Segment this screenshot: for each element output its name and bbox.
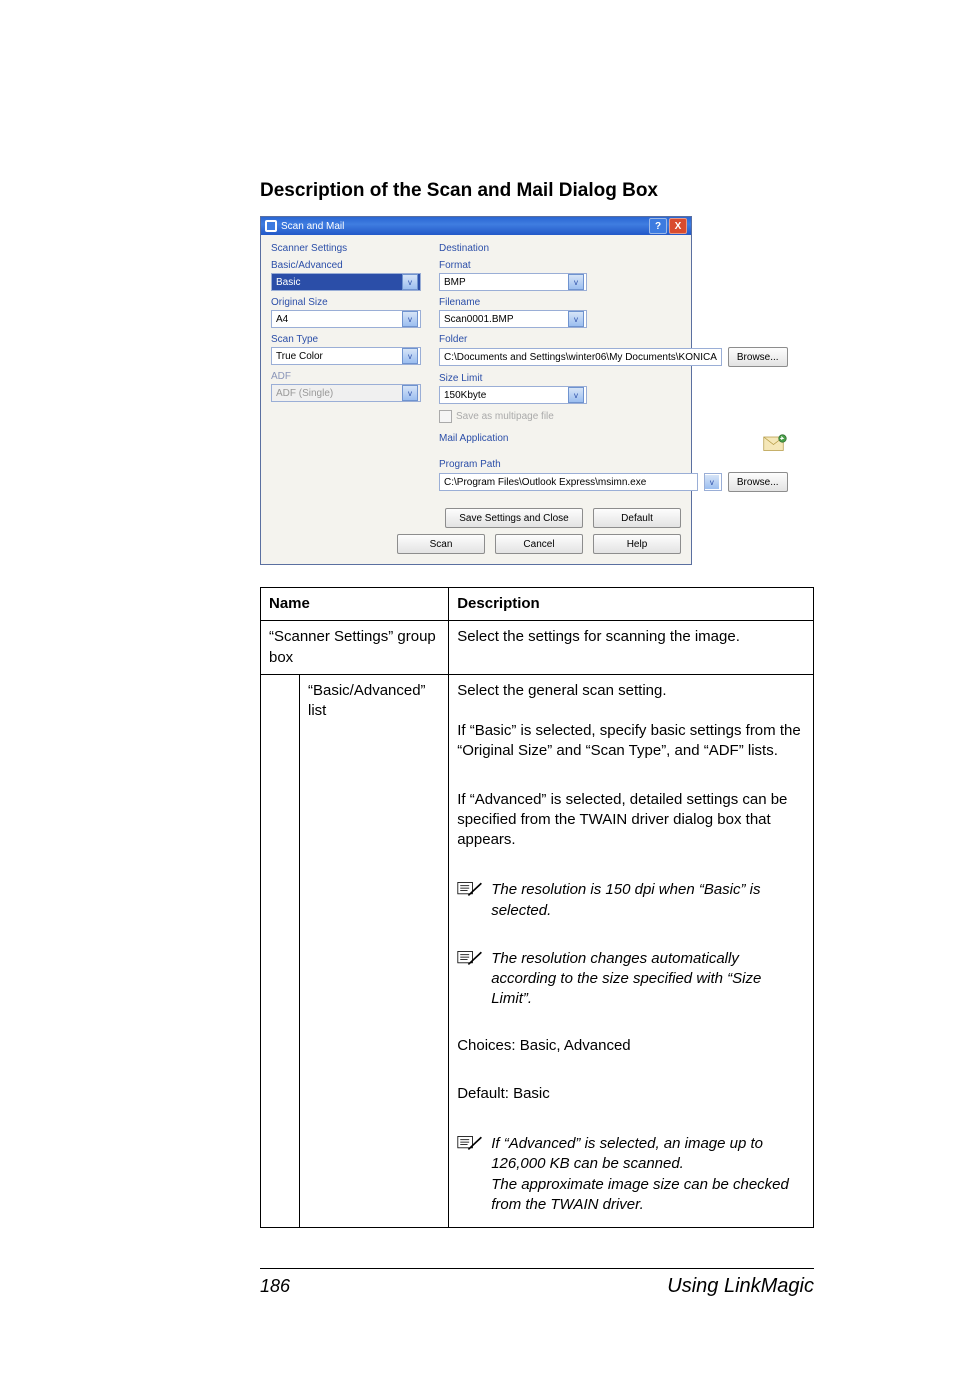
note: If “Advanced” is selected, an image up t… — [457, 1134, 805, 1215]
size-limit-select[interactable]: 150Kbyte v — [439, 386, 587, 404]
destination-group-title: Destination — [439, 243, 788, 254]
original-size-select[interactable]: A4 v — [271, 310, 421, 328]
format-value: BMP — [444, 277, 466, 288]
save-settings-close-button[interactable]: Save Settings and Close — [445, 508, 583, 528]
row-desc: The resolution changes automatically acc… — [449, 933, 814, 1022]
table-header-name: Name — [261, 588, 449, 621]
adf-label: ADF — [271, 371, 421, 382]
scan-type-value: True Color — [276, 351, 323, 362]
note-icon — [457, 1134, 483, 1152]
size-limit-value: 150Kbyte — [444, 390, 486, 401]
page-footer: 186 Using LinkMagic — [260, 1268, 814, 1298]
note-text: The resolution changes automatically acc… — [491, 949, 805, 1010]
chevron-down-icon: v — [568, 311, 584, 327]
scan-button[interactable]: Scan — [397, 534, 485, 554]
paragraph: If “Advanced” is selected, detailed sett… — [457, 790, 805, 851]
folder-label: Folder — [439, 334, 788, 345]
format-label: Format — [439, 260, 788, 271]
paragraph: If “Basic” is selected, specify basic se… — [457, 721, 805, 762]
row-desc: If “Basic” is selected, specify basic se… — [449, 707, 814, 776]
chevron-down-icon: v — [705, 475, 719, 489]
adf-value: ADF (Single) — [276, 388, 333, 399]
note-icon — [457, 949, 483, 967]
dialog-titlebar: Scan and Mail ? X — [261, 217, 691, 235]
browse-folder-button[interactable]: Browse... — [728, 347, 788, 367]
scanner-settings-group-title: Scanner Settings — [271, 243, 421, 254]
row-desc: If “Advanced” is selected, an image up t… — [449, 1118, 814, 1228]
note: The resolution changes automatically acc… — [457, 949, 805, 1010]
help-button[interactable]: Help — [593, 534, 681, 554]
mail-application-group-title: Mail Application — [439, 433, 756, 444]
page-number: 186 — [260, 1276, 290, 1297]
paragraph: Default: Basic — [457, 1084, 805, 1104]
program-path-dropdown[interactable]: v — [704, 473, 722, 491]
format-select[interactable]: BMP v — [439, 273, 587, 291]
default-button[interactable]: Default — [593, 508, 681, 528]
program-path-label: Program Path — [439, 459, 788, 470]
row-name: “Scanner Settings” group box — [261, 621, 449, 675]
cancel-button[interactable]: Cancel — [495, 534, 583, 554]
note-icon — [457, 880, 483, 898]
note: The resolution is 150 dpi when “Basic” i… — [457, 880, 805, 921]
chevron-down-icon: v — [568, 274, 584, 290]
original-size-label: Original Size — [271, 297, 421, 308]
app-icon — [265, 220, 277, 232]
table-row: “Scanner Settings” group box Select the … — [261, 621, 814, 675]
scan-type-label: Scan Type — [271, 334, 421, 345]
description-table: Name Description “Scanner Settings” grou… — [260, 587, 814, 1228]
note-text: If “Advanced” is selected, an image up t… — [491, 1134, 805, 1215]
row-desc: Choices: Basic, Advanced — [449, 1022, 814, 1070]
save-multipage-label: Save as multipage file — [456, 411, 554, 422]
row-desc: Select the general scan setting. — [449, 674, 814, 707]
filename-select[interactable]: Scan0001.BMP v — [439, 310, 587, 328]
chevron-down-icon: v — [568, 387, 584, 403]
program-path-input[interactable]: C:\Program Files\Outlook Express\msimn.e… — [439, 473, 698, 491]
browse-program-button[interactable]: Browse... — [728, 472, 788, 492]
row-desc: Default: Basic — [449, 1070, 814, 1118]
help-button-icon[interactable]: ? — [649, 218, 667, 234]
basic-advanced-value: Basic — [276, 277, 300, 288]
close-button-icon[interactable]: X — [669, 218, 687, 234]
row-desc: If “Advanced” is selected, detailed sett… — [449, 776, 814, 865]
chevron-down-icon: v — [402, 348, 418, 364]
chevron-down-icon: v — [402, 311, 418, 327]
basic-advanced-select[interactable]: Basic v — [271, 273, 421, 291]
chevron-down-icon: v — [402, 274, 418, 290]
size-limit-label: Size Limit — [439, 373, 788, 384]
row-desc: Select the settings for scanning the ima… — [449, 621, 814, 675]
scan-type-select[interactable]: True Color v — [271, 347, 421, 365]
original-size-value: A4 — [276, 314, 288, 325]
section-title: Description of the Scan and Mail Dialog … — [260, 180, 814, 202]
page-section-label: Using LinkMagic — [667, 1275, 814, 1298]
row-indent — [261, 674, 300, 1227]
basic-advanced-label: Basic/Advanced — [271, 260, 421, 271]
filename-label: Filename — [439, 297, 788, 308]
table-header-description: Description — [449, 588, 814, 621]
adf-select: ADF (Single) v — [271, 384, 421, 402]
save-multipage-checkbox — [439, 410, 452, 423]
folder-input[interactable]: C:\Documents and Settings\winter06\My Do… — [439, 348, 722, 366]
table-row: “Basic/Advanced” list Select the general… — [261, 674, 814, 707]
chevron-down-icon: v — [402, 385, 418, 401]
scan-and-mail-dialog: Scan and Mail ? X Scanner Settings Basic… — [260, 216, 692, 565]
filename-value: Scan0001.BMP — [444, 314, 514, 325]
mail-icon — [762, 433, 788, 453]
row-name: “Basic/Advanced” list — [300, 674, 449, 1227]
note-text: The resolution is 150 dpi when “Basic” i… — [491, 880, 805, 921]
row-desc: The resolution is 150 dpi when “Basic” i… — [449, 864, 814, 933]
dialog-title: Scan and Mail — [281, 221, 344, 232]
paragraph: Choices: Basic, Advanced — [457, 1036, 805, 1056]
